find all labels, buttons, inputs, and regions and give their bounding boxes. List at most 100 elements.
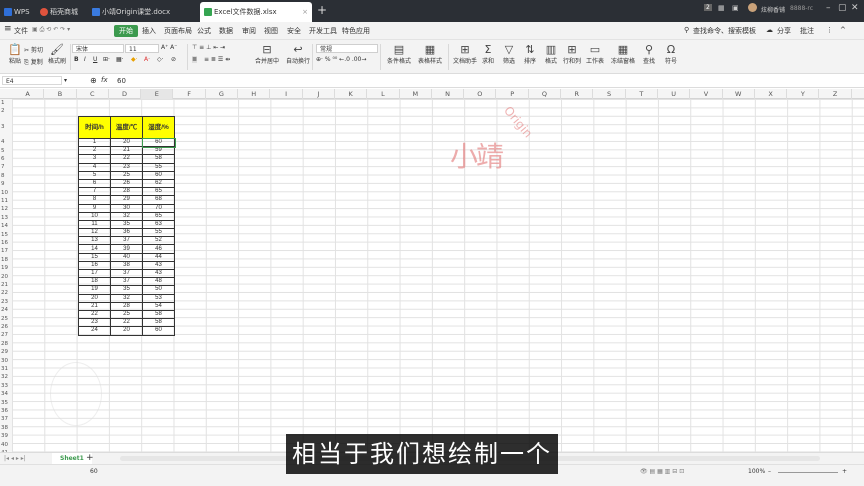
table-cell[interactable]: 22 <box>110 318 143 328</box>
table-cell[interactable]: 59 <box>142 146 175 156</box>
zoom-in-button[interactable]: + <box>842 468 847 475</box>
header-humidity[interactable]: 湿度/% <box>142 116 175 139</box>
menu-view[interactable]: 视图 <box>264 26 278 36</box>
row-header[interactable]: 16 <box>0 239 12 248</box>
table-cell[interactable]: 28 <box>110 301 143 311</box>
column-header-u[interactable]: U <box>658 89 691 99</box>
number-format-select[interactable]: 常规 <box>316 44 378 53</box>
row-header[interactable]: 11 <box>0 197 12 206</box>
header-temperature[interactable]: 温度/℃ <box>110 116 143 139</box>
table-cell[interactable]: 20 <box>78 293 111 303</box>
table-cell[interactable]: 43 <box>142 260 175 271</box>
menu-formulas[interactable]: 公式 <box>197 26 211 36</box>
row-header[interactable]: 39 <box>0 432 12 441</box>
row-header[interactable]: 17 <box>0 247 12 256</box>
collapse-ribbon-icon[interactable]: ^ <box>840 26 846 34</box>
font-size-select[interactable]: 11 <box>125 44 159 53</box>
zoom-slider[interactable] <box>778 472 838 473</box>
menu-data[interactable]: 数据 <box>219 26 233 36</box>
copy-button[interactable]: ⎘ 复制 <box>24 57 43 67</box>
table-cell[interactable]: 7 <box>78 187 111 197</box>
maximize-icon[interactable]: ▢ <box>838 3 847 13</box>
row-header[interactable]: 29 <box>0 348 12 357</box>
formula-input[interactable]: 60 <box>117 77 126 85</box>
table-cell[interactable]: 35 <box>110 285 143 295</box>
column-header-i[interactable]: I <box>270 89 303 99</box>
menu-home[interactable]: 开始 <box>114 25 138 37</box>
table-cell[interactable]: 23 <box>110 162 143 172</box>
column-header-w[interactable]: W <box>723 89 755 99</box>
table-cell[interactable]: 37 <box>110 268 143 279</box>
table-cell[interactable]: 1 <box>78 137 111 148</box>
name-box-dropdown-icon[interactable]: ▾ <box>64 77 67 84</box>
new-tab-button[interactable]: + <box>317 3 327 17</box>
menu-features[interactable]: 特色应用 <box>342 26 370 36</box>
column-header-c[interactable]: C <box>77 89 109 99</box>
table-cell[interactable]: 58 <box>142 309 175 320</box>
fill-color-icon[interactable]: ◆· <box>131 56 138 63</box>
tab-wps[interactable]: WPS <box>0 2 36 22</box>
table-cell[interactable]: 25 <box>110 309 143 320</box>
row-header[interactable]: 4 <box>0 138 12 147</box>
column-header-a[interactable]: A <box>12 89 45 99</box>
bold-button[interactable]: B <box>74 56 79 63</box>
row-header[interactable]: 14 <box>0 222 12 231</box>
quick-access-icons[interactable]: ▣ ⎙ ⟲ ↶ ↷ ▾ <box>32 26 70 34</box>
row-header[interactable]: 22 <box>0 289 12 298</box>
table-cell[interactable]: 70 <box>142 203 175 213</box>
merge-button[interactable]: ⊟ 合并居中 <box>252 43 282 65</box>
table-cell[interactable]: 26 <box>110 178 143 189</box>
tab-store[interactable]: 稻壳商城 <box>36 2 88 22</box>
sheet-nav-icons[interactable]: |◂ ◂ ▸ ▸| <box>4 455 26 462</box>
comment-button[interactable]: 批注 <box>800 26 814 36</box>
table-cell[interactable]: 48 <box>142 277 175 287</box>
row-header[interactable]: 34 <box>0 390 12 399</box>
table-cell[interactable]: 54 <box>142 301 175 311</box>
wrap-button[interactable]: ↩ 自动换行 <box>283 43 313 65</box>
column-header-l[interactable]: L <box>367 89 400 99</box>
table-cell[interactable]: 46 <box>142 244 175 254</box>
command-search[interactable]: 查找命令、搜索模板 <box>693 26 756 36</box>
table-cell[interactable]: 65 <box>142 187 175 197</box>
minimize-icon[interactable]: – <box>826 3 831 13</box>
align-left-icon[interactable]: ≣ <box>192 56 198 63</box>
table-cell[interactable]: 10 <box>78 211 111 221</box>
table-cell[interactable]: 13 <box>78 236 111 246</box>
table-cell[interactable]: 21 <box>78 301 111 311</box>
table-cell[interactable]: 20 <box>110 137 143 148</box>
font-color-icon[interactable]: A· <box>144 56 150 63</box>
add-sheet-button[interactable]: + <box>86 453 94 463</box>
table-cell[interactable]: 55 <box>142 162 175 172</box>
column-header-x[interactable]: X <box>755 89 788 99</box>
column-header-g[interactable]: G <box>206 89 239 99</box>
row-header[interactable]: 10 <box>0 188 12 197</box>
border-icon[interactable]: ⊞· <box>103 56 110 63</box>
table-cell[interactable]: 29 <box>110 195 143 205</box>
grid-icon[interactable]: ▦ <box>718 4 725 12</box>
row-header[interactable]: 36 <box>0 407 12 416</box>
column-header-j[interactable]: J <box>303 89 335 99</box>
table-cell[interactable]: 60 <box>141 137 176 148</box>
table-cell[interactable]: 22 <box>110 154 143 164</box>
settings-icon[interactable]: ▣ <box>732 4 739 12</box>
menu-insert[interactable]: 插入 <box>142 26 156 36</box>
table-cell[interactable]: 3 <box>78 154 111 164</box>
table-cell[interactable]: 63 <box>142 219 175 230</box>
format-painter-button[interactable]: 🖌 格式刷 <box>42 43 72 65</box>
column-header-b[interactable]: B <box>44 89 77 99</box>
table-cell[interactable]: 40 <box>110 252 143 262</box>
column-header-t[interactable]: T <box>626 89 658 99</box>
row-header[interactable]: 21 <box>0 281 12 290</box>
header-time[interactable]: 时间/h <box>78 116 111 139</box>
table-cell[interactable]: 16 <box>78 260 111 271</box>
row-header[interactable]: 27 <box>0 331 12 340</box>
row-header[interactable]: 13 <box>0 213 12 223</box>
table-cell[interactable]: 50 <box>142 285 175 295</box>
row-header[interactable]: 25 <box>0 314 12 323</box>
table-cell[interactable]: 23 <box>78 318 111 328</box>
symbol-button[interactable]: Ω 符号 <box>656 43 686 65</box>
column-header-d[interactable]: D <box>109 89 142 99</box>
table-cell[interactable]: 11 <box>78 219 111 230</box>
underline-button[interactable]: U <box>93 56 97 63</box>
hamburger-icon[interactable]: ≡ <box>4 24 12 34</box>
